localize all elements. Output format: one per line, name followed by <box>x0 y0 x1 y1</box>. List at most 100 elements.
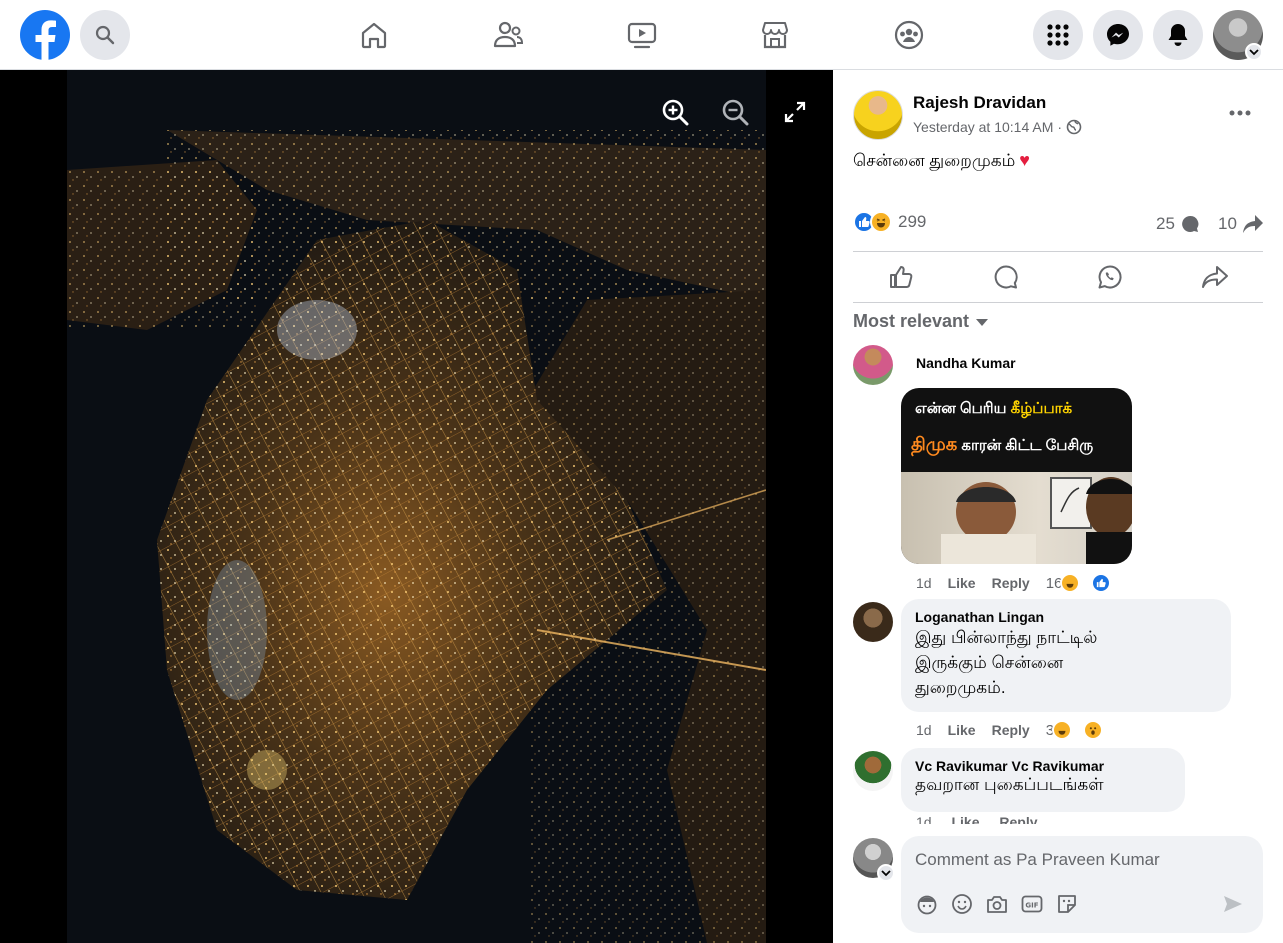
comment-actions-clipped: 1d Like Reply <box>916 814 1216 824</box>
reaction-count: 299 <box>898 212 927 231</box>
search-icon <box>95 25 115 45</box>
commenter-avatar[interactable] <box>853 602 893 642</box>
sticker-icon <box>1058 895 1076 913</box>
facebook-logo-icon[interactable] <box>20 10 70 60</box>
comment-text-line1: இது பின்லாந்து நாட்டில் <box>915 628 1098 647</box>
like-reaction-icon <box>1091 573 1112 593</box>
comment-bubble: Loganathan Lingan இது பின்லாந்து நாட்டில… <box>901 599 1231 712</box>
commenter-avatar[interactable] <box>853 751 893 791</box>
post-caption-text: சென்னை துறைமுகம் <box>853 151 1016 170</box>
account-menu-chevron[interactable] <box>1245 43 1263 61</box>
share-count[interactable]: 10 <box>1218 214 1264 234</box>
avatar-sticker-button[interactable] <box>913 890 941 918</box>
comment-bubble-icon <box>1182 215 1199 232</box>
send-comment-button[interactable] <box>1219 890 1247 918</box>
author-name[interactable]: Rajesh Dravidan <box>913 93 1046 113</box>
nav-marketplace-tab[interactable] <box>755 15 795 55</box>
commenter-name[interactable]: Loganathan Lingan <box>915 609 1217 625</box>
search-button[interactable] <box>80 10 130 60</box>
top-navigation-bar <box>0 0 1283 70</box>
menu-button[interactable] <box>1033 10 1083 60</box>
svg-text:GIF: GIF <box>1025 902 1038 910</box>
fullscreen-button[interactable] <box>775 92 815 132</box>
comment-reactions[interactable] <box>1060 573 1127 593</box>
comment-text-line2: இருக்கும் சென்னை <box>915 653 1064 672</box>
zoom-out-button[interactable] <box>715 92 755 132</box>
groups-icon <box>894 20 924 50</box>
watch-icon <box>627 22 657 49</box>
nav-friends-tab[interactable] <box>488 15 528 55</box>
nav-watch-tab[interactable] <box>622 15 662 55</box>
comment-reply-link[interactable]: Reply <box>999 814 1037 824</box>
chevron-down-icon <box>1249 49 1259 56</box>
zoom-in-icon <box>662 99 689 126</box>
post-meta: Yesterday at 10:14 AM · <box>913 119 1082 135</box>
comment-composer: GIF <box>901 836 1263 933</box>
camera-icon <box>987 896 1007 913</box>
comment-like-link[interactable]: Like <box>948 722 976 738</box>
commenter-avatar[interactable] <box>853 345 893 385</box>
gif-icon: GIF <box>1021 895 1043 913</box>
comment-sort-dropdown[interactable]: Most relevant <box>853 311 989 332</box>
gif-button[interactable]: GIF <box>1018 890 1046 918</box>
emoji-icon <box>952 894 972 914</box>
notifications-bell-icon <box>1168 24 1188 46</box>
comment-icon <box>994 265 1018 289</box>
whatsapp-share-button[interactable] <box>1065 257 1155 297</box>
comment-like-link[interactable]: Like <box>948 575 976 591</box>
post-photo[interactable] <box>67 70 766 943</box>
comment-time[interactable]: 1d <box>916 722 932 738</box>
fullscreen-icon <box>784 101 806 123</box>
public-globe-icon <box>1066 119 1082 135</box>
messenger-button[interactable] <box>1093 10 1143 60</box>
comment-button[interactable] <box>961 257 1051 297</box>
marketplace-icon <box>762 22 788 49</box>
meta-separator: · <box>1057 119 1063 135</box>
comment-reply-link[interactable]: Reply <box>992 722 1030 738</box>
comment-text-line3: துறைமுகம். <box>915 678 1006 697</box>
post-options-button[interactable] <box>1225 98 1255 128</box>
commenter-name[interactable]: Vc Ravikumar Vc Ravikumar <box>915 758 1171 774</box>
comment-text-line1: தவறான புகைப்படங்கள் <box>915 775 1104 794</box>
like-button[interactable] <box>856 257 946 297</box>
send-icon <box>1224 896 1242 912</box>
comment-reply-link[interactable]: Reply <box>992 575 1030 591</box>
comment-count-value: 25 <box>1156 214 1175 233</box>
post-caption: சென்னை துறைமுகம் ♥ <box>853 150 1030 173</box>
comment-meme-image[interactable]: என்ன பெரிய கீழ்ப்பாக் திமுக காரன் கிட்ட … <box>901 388 1132 564</box>
comment-time[interactable]: 1d <box>916 575 932 591</box>
nav-groups-tab[interactable] <box>889 15 929 55</box>
nav-home-tab[interactable] <box>354 15 394 55</box>
whatsapp-icon <box>1098 265 1122 289</box>
comment-input[interactable] <box>915 848 1245 872</box>
haha-reaction-icon <box>1052 720 1073 740</box>
post-timestamp[interactable]: Yesterday at 10:14 AM <box>913 119 1053 135</box>
meme-caption-line2: திமுக காரன் கிட்ட பேசிரு <box>911 434 1094 454</box>
comment-reactions[interactable] <box>1052 720 1119 740</box>
comment-time[interactable]: 1d <box>916 814 932 824</box>
wow-reaction-icon <box>1083 720 1104 740</box>
zoom-in-button[interactable] <box>655 92 695 132</box>
comment-like-link[interactable]: Like <box>951 814 979 824</box>
composer-avatar-chevron[interactable] <box>877 864 895 882</box>
chevron-down-icon <box>881 870 891 877</box>
divider-bottom <box>853 302 1263 303</box>
author-avatar[interactable] <box>853 90 903 140</box>
comment-actions: 1d Like Reply 16 <box>916 573 1127 593</box>
heart-emoji: ♥ <box>1019 150 1030 170</box>
photo-button[interactable] <box>983 890 1011 918</box>
post-reactions-summary[interactable]: 299 <box>853 211 926 233</box>
messenger-icon <box>1107 24 1129 46</box>
more-horizontal-icon <box>1229 110 1251 116</box>
emoji-button[interactable] <box>948 890 976 918</box>
sticker-button[interactable] <box>1053 890 1081 918</box>
meme-caption-line1: என்ன பெரிய கீழ்ப்பாக் <box>915 400 1073 417</box>
divider-top <box>853 251 1263 252</box>
haha-reaction-icon <box>1060 573 1081 593</box>
menu-grid-icon <box>1047 24 1069 46</box>
commenter-name[interactable]: Nandha Kumar <box>916 355 1016 371</box>
notifications-button[interactable] <box>1153 10 1203 60</box>
comment-count[interactable]: 25 <box>1156 214 1200 234</box>
meme-photo <box>901 472 1132 564</box>
share-button[interactable] <box>1170 257 1260 297</box>
